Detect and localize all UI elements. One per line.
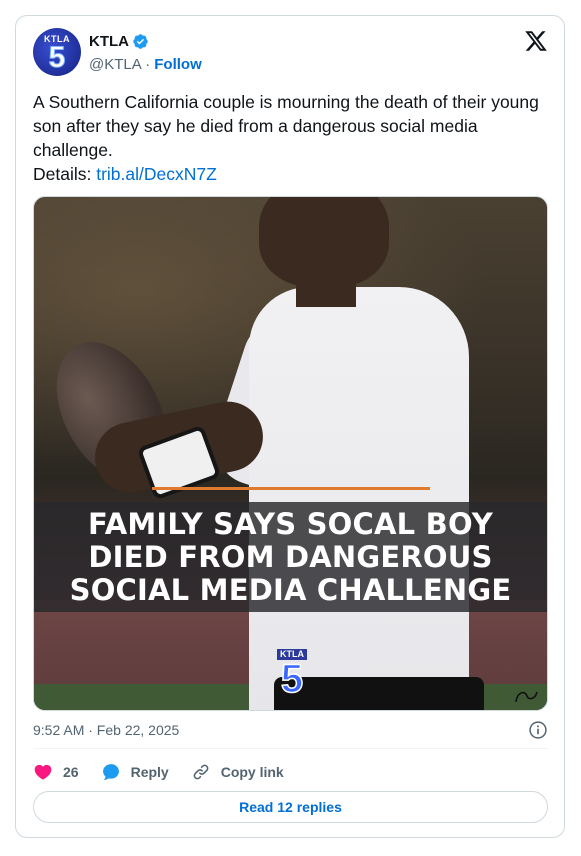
author-name-row: KTLA [89,33,149,50]
headline-accent-line [152,487,430,490]
link-icon [193,764,209,780]
details-label: Details: [33,164,97,184]
avatar[interactable]: KTLA 5 [33,28,81,76]
copy-link-label: Copy link [220,764,284,780]
headline-banner: FAMILY SAYS SOCAL BOY DIED FROM DANGEROU… [34,502,547,612]
tweet-text: A Southern California couple is mourning… [33,90,543,186]
action-bar: 26 Reply Copy link [33,760,306,784]
avatar-logo-number: 5 [48,40,66,74]
tweet-body: A Southern California couple is mourning… [33,92,539,160]
station-watermark-logo: KTLA 5 [270,649,314,701]
details-link[interactable]: trib.al/DecxN7Z [96,164,217,184]
like-count: 26 [63,764,79,780]
divider [33,748,548,749]
headline-line-2: DIED FROM DANGEROUS [88,539,493,574]
headline-line-3: SOCIAL MEDIA CHALLENGE [69,572,512,607]
photo-head [259,197,389,287]
watermark-number: 5 [280,657,304,701]
tweet-timestamp[interactable]: 9:52 AM · Feb 22, 2025 [33,722,179,738]
reply-label: Reply [130,764,169,780]
tweet-media-image[interactable]: FAMILY SAYS SOCAL BOY DIED FROM DANGEROU… [33,196,548,711]
heart-icon [34,764,52,780]
like-button[interactable]: 26 [33,762,79,782]
headline-line-1: FAMILY SAYS SOCAL BOY [88,506,493,541]
info-icon[interactable] [528,720,548,740]
copy-link-button[interactable]: Copy link [191,762,284,782]
handle[interactable]: @KTLA [89,56,141,73]
display-name[interactable]: KTLA [89,33,129,50]
x-logo-icon[interactable] [524,29,548,53]
follow-link[interactable]: Follow [154,56,202,73]
handle-separator: · [140,56,155,73]
read-replies-button[interactable]: Read 12 replies [33,791,548,823]
photo-shirt [249,287,469,710]
reply-button[interactable]: Reply [101,762,169,782]
handle-row: @KTLA · Follow [89,56,202,73]
tweet-card: KTLA 5 KTLA @KTLA · Follow A Southern Ca… [15,15,565,838]
scribble-mark-icon [515,691,538,703]
verified-badge-icon [133,34,148,49]
reply-bubble-icon [102,764,119,780]
